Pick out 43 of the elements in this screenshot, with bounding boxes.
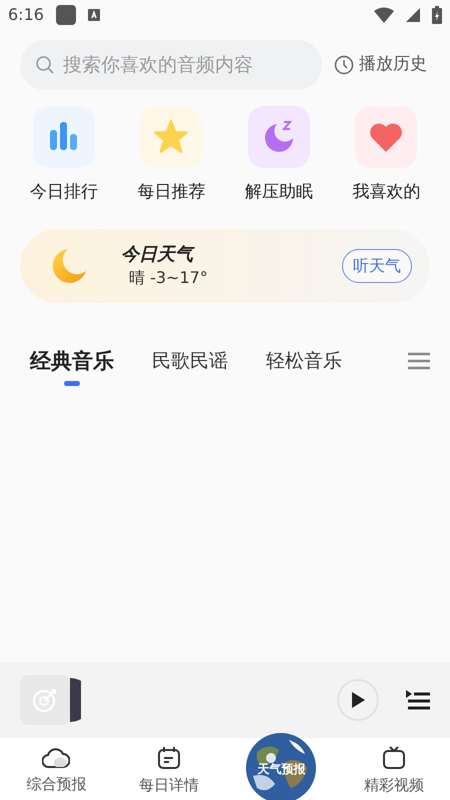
record-edge-icon (70, 678, 81, 722)
category-tab[interactable]: 轻松音乐 (266, 346, 342, 374)
shortcut-label: 我喜欢的 (352, 181, 420, 204)
weather-title: 今日天气 (121, 242, 196, 266)
search-icon (35, 55, 55, 75)
nav-label: 每日详情 (138, 774, 199, 796)
category-tab[interactable]: 经典音乐 (30, 346, 114, 374)
cloud-icon (42, 746, 70, 769)
shortcut-tile[interactable] (140, 106, 202, 168)
play-button[interactable] (337, 679, 379, 721)
nav-tab[interactable]: 综合预报 (0, 742, 112, 796)
nav-label: 天气预报 (257, 761, 306, 778)
signal-icon (406, 8, 420, 22)
playlist-icon[interactable] (406, 690, 430, 710)
listen-weather-button[interactable]: 听天气 (342, 248, 412, 282)
keyboard-notification-icon (88, 9, 100, 21)
shortcut-tile[interactable] (32, 106, 95, 168)
search-field[interactable]: 搜索你喜欢的音频内容 (20, 40, 322, 90)
shortcut-label: 每日推荐 (137, 181, 206, 204)
app-notification-icon (56, 5, 76, 25)
weather-summary: 晴 -3~17° (129, 266, 209, 288)
history-link[interactable]: 播放历史 (359, 52, 427, 78)
nav-tab[interactable]: 精彩视频 (338, 742, 450, 796)
nav-tab[interactable]: 每日详情 (112, 742, 225, 796)
category-tab[interactable]: 民歌民谣 (152, 346, 228, 374)
clock-icon (334, 55, 354, 75)
wifi-icon (374, 7, 394, 23)
star-icon (153, 120, 190, 154)
moon-icon (50, 246, 88, 284)
shortcut-label: 今日排行 (30, 181, 98, 204)
menu-icon[interactable] (408, 352, 430, 370)
shortcut-tile[interactable] (355, 106, 418, 168)
battery-icon (432, 6, 442, 24)
tv-icon (382, 746, 406, 770)
status-time: 6:16 (8, 4, 44, 26)
shortcut-tile[interactable] (248, 106, 310, 168)
tab-indicator (64, 380, 80, 386)
nav-tab[interactable]: 天气预报 (225, 738, 338, 800)
play-icon (351, 692, 365, 708)
calendar-icon (156, 746, 181, 770)
nav-label: 精彩视频 (364, 774, 424, 796)
shortcut-label: 解压助眠 (244, 181, 313, 204)
nav-label: 综合预报 (26, 774, 86, 795)
